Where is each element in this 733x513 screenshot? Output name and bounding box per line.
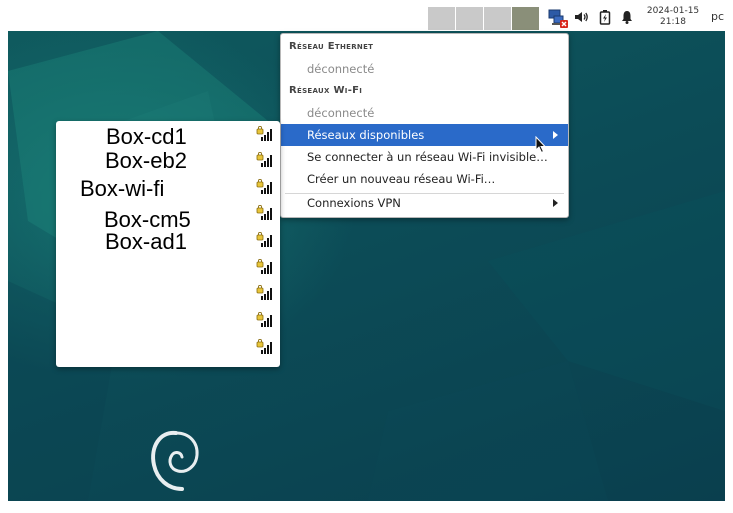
- vpn-connections-item[interactable]: Connexions VPN: [281, 192, 568, 214]
- submenu-arrow-icon: [553, 199, 558, 207]
- wifi-locked-signal-icon: [256, 126, 272, 141]
- workspace-1-button[interactable]: [428, 7, 455, 30]
- wifi-locked-signal-icon: [256, 259, 272, 274]
- wifi-locked-signal-icon: [256, 179, 272, 194]
- available-networks-item[interactable]: Réseaux disponibles: [281, 124, 568, 146]
- wifi-locked-signal-icon: [256, 312, 272, 327]
- user-menu[interactable]: pc: [711, 10, 724, 23]
- submenu-arrow-icon: [553, 131, 558, 139]
- mouse-cursor-icon: [535, 136, 547, 154]
- ethernet-header: Réseau Ethernet: [289, 41, 374, 52]
- wifi-locked-signal-icon: [256, 339, 272, 354]
- top-panel: 2024-01-15 21:18 pc: [0, 0, 733, 31]
- workspace-2-button[interactable]: [456, 7, 483, 30]
- network-row[interactable]: [56, 282, 280, 308]
- create-new-network-item[interactable]: Créer un nouveau réseau Wi-Fi…: [281, 168, 568, 190]
- available-networks-submenu: Box-cd1 Box-eb2 Box-wi-fi Box-cm5 Box-ad1: [56, 121, 280, 367]
- network-name: Box-ad1: [105, 229, 187, 254]
- network-name: Box-cd1: [106, 124, 187, 149]
- network-menu: Réseau Ethernet déconnecté Réseaux Wi-Fi…: [280, 33, 569, 218]
- available-networks-label: Réseaux disponibles: [307, 128, 425, 142]
- network-row[interactable]: [56, 256, 280, 282]
- network-name: Box-eb2: [105, 148, 187, 173]
- wifi-locked-signal-icon: [256, 285, 272, 300]
- wifi-locked-signal-icon: [256, 152, 272, 167]
- wifi-locked-signal-icon: [256, 205, 272, 220]
- connect-hidden-network-item[interactable]: Se connecter à un réseau Wi-Fi invisible…: [281, 146, 568, 168]
- network-disconnected-icon[interactable]: [548, 8, 568, 28]
- ethernet-status: déconnecté: [307, 62, 375, 76]
- network-name: Box-cm5: [104, 207, 191, 232]
- workspace-3-button[interactable]: [484, 7, 511, 30]
- clock-date: 2024-01-15: [646, 6, 700, 16]
- clock[interactable]: 2024-01-15 21:18: [640, 6, 706, 28]
- network-name: Box-wi-fi: [80, 176, 165, 201]
- wifi-status: déconnecté: [307, 106, 375, 120]
- network-row[interactable]: [56, 336, 280, 362]
- battery-icon[interactable]: [597, 9, 613, 25]
- workspace-4-button[interactable]: [512, 7, 539, 30]
- create-new-label: Créer un nouveau réseau Wi-Fi…: [307, 172, 496, 186]
- wifi-locked-signal-icon: [256, 232, 272, 247]
- network-row[interactable]: [56, 309, 280, 335]
- connect-hidden-label: Se connecter à un réseau Wi-Fi invisible…: [307, 150, 548, 164]
- clock-time: 21:18: [660, 17, 686, 27]
- notification-bell-icon[interactable]: [619, 9, 635, 25]
- wifi-header: Réseaux Wi-Fi: [289, 85, 363, 96]
- volume-icon[interactable]: [573, 9, 589, 25]
- debian-logo-icon: [151, 430, 199, 491]
- vpn-label: Connexions VPN: [307, 196, 401, 210]
